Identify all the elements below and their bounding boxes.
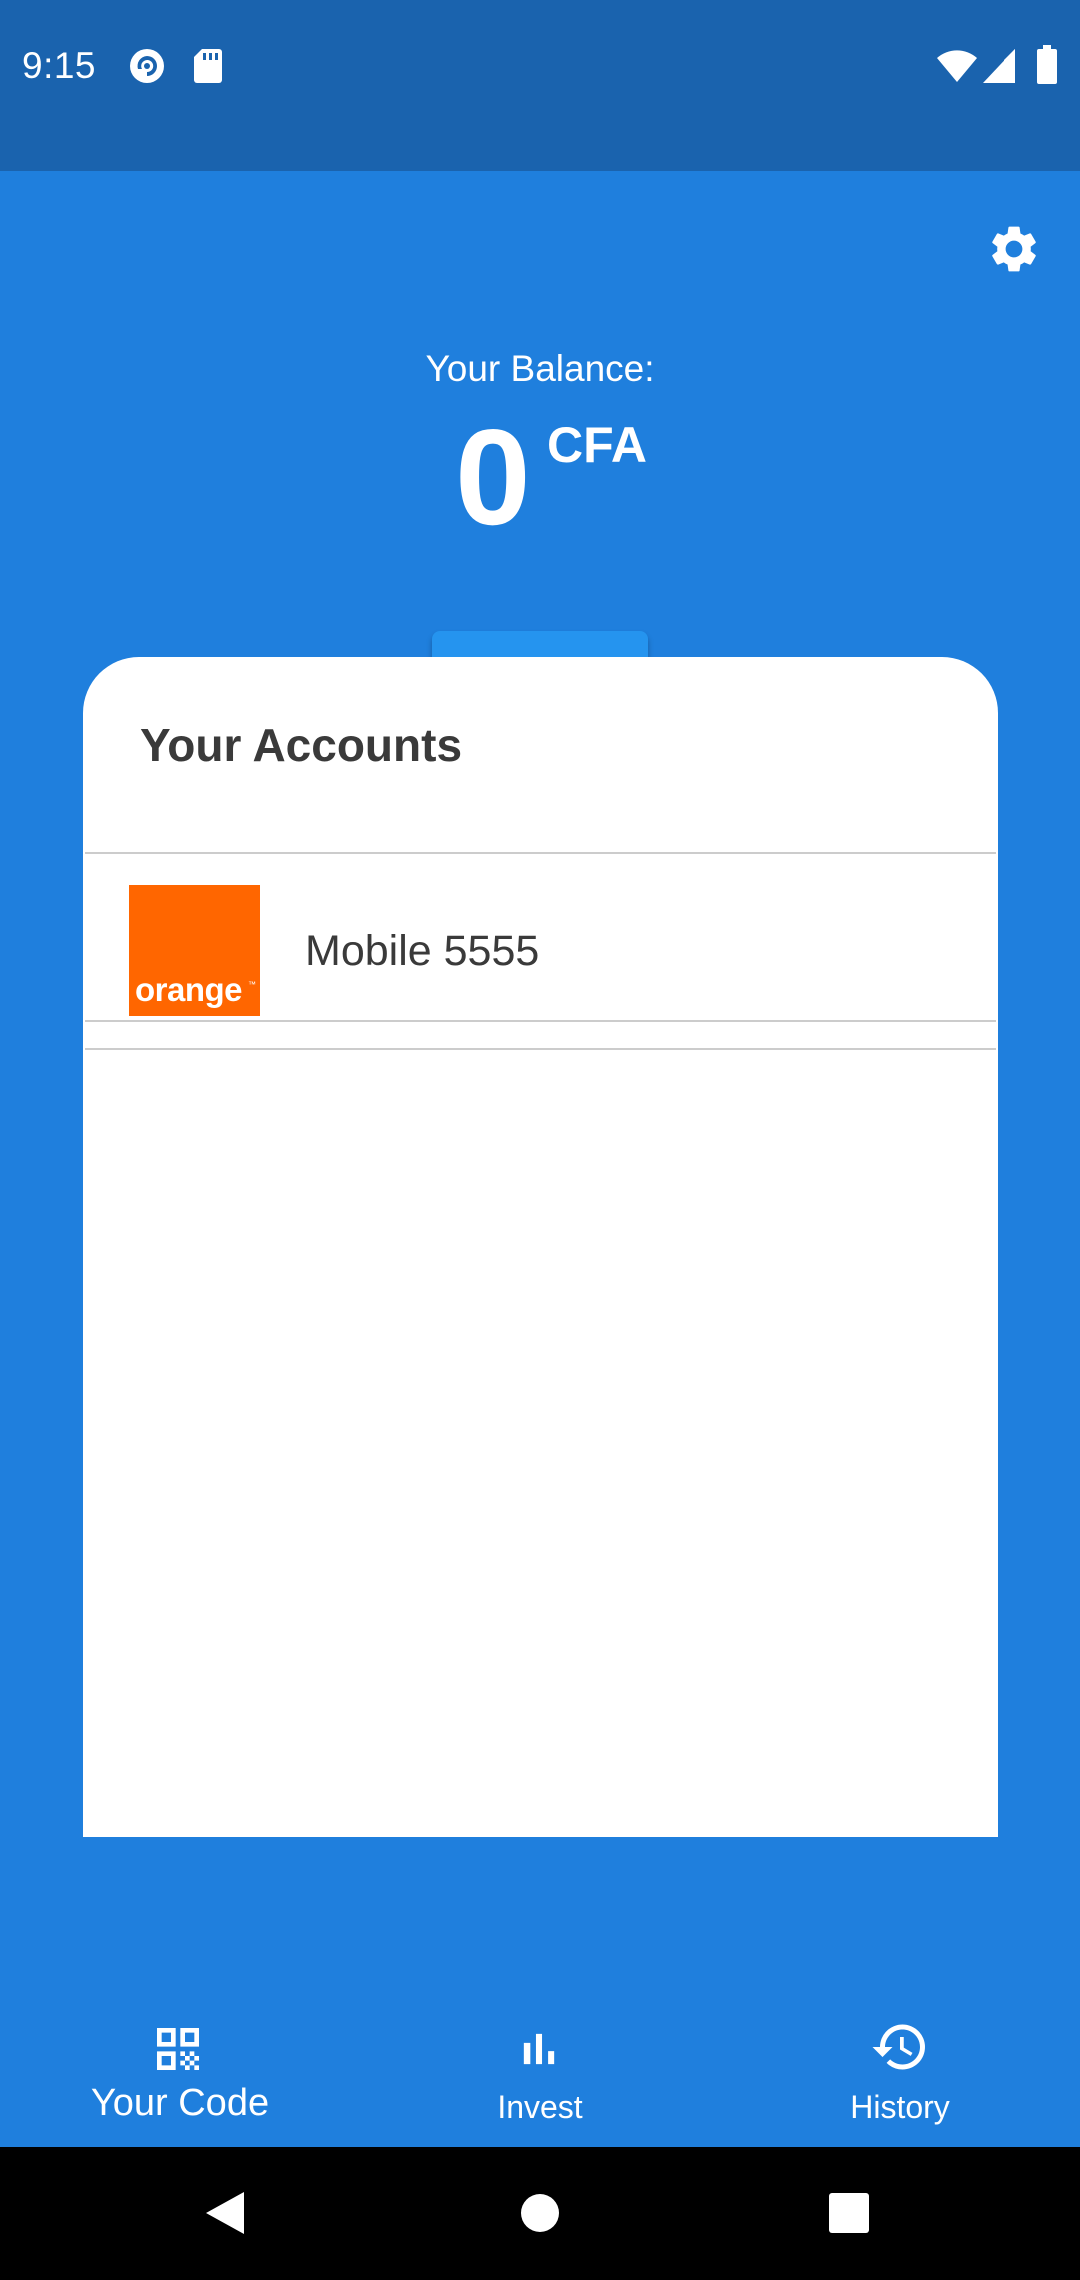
account-item-mobile[interactable]: orange ™ Mobile 5555 bbox=[85, 853, 996, 1047]
battery-icon bbox=[1036, 45, 1058, 90]
status-bar: 9:15 bbox=[0, 0, 1080, 171]
tab-label: Invest bbox=[497, 2089, 583, 2125]
sd-card-icon bbox=[193, 47, 223, 90]
balance-currency: CFA bbox=[547, 417, 647, 473]
tab-label: History bbox=[850, 2089, 950, 2125]
gear-icon bbox=[992, 226, 1036, 272]
back-icon[interactable] bbox=[204, 2190, 246, 2236]
divider bbox=[85, 1048, 996, 1050]
orange-logo-text: orange bbox=[135, 971, 243, 1008]
balance-label: Your Balance: bbox=[425, 348, 655, 389]
tab-invest[interactable]: Invest bbox=[360, 1995, 720, 2147]
balance-display: 0 CFA bbox=[0, 407, 1080, 551]
settings-button[interactable] bbox=[982, 217, 1046, 281]
cell-signal-icon bbox=[982, 48, 1016, 89]
balance-amount: 0 bbox=[455, 401, 531, 553]
accounts-title: Your Accounts bbox=[140, 719, 463, 771]
wifi-icon bbox=[936, 49, 978, 88]
status-time: 9:15 bbox=[22, 45, 97, 86]
accounts-card: Your Accounts orange ™ Mobile 5555 bbox=[83, 657, 998, 1837]
bar-chart-icon bbox=[523, 2033, 555, 2065]
trademark-mark: ™ bbox=[248, 980, 256, 989]
home-icon[interactable] bbox=[520, 2193, 560, 2233]
tab-your-code[interactable]: Your Code bbox=[0, 1995, 360, 2147]
account-label: Mobile 5555 bbox=[305, 927, 540, 975]
tab-label: Your Code bbox=[90, 2082, 270, 2124]
pocket-casts-icon bbox=[128, 47, 166, 90]
recents-icon[interactable] bbox=[829, 2193, 869, 2233]
tab-history[interactable]: History bbox=[720, 1995, 1080, 2147]
orange-logo: orange ™ bbox=[129, 885, 260, 1016]
bottom-nav: Your Code Invest History bbox=[0, 1995, 1080, 2147]
qr-code-icon bbox=[157, 2028, 199, 2070]
system-nav-bar bbox=[0, 2147, 1080, 2280]
history-icon bbox=[872, 2024, 925, 2070]
